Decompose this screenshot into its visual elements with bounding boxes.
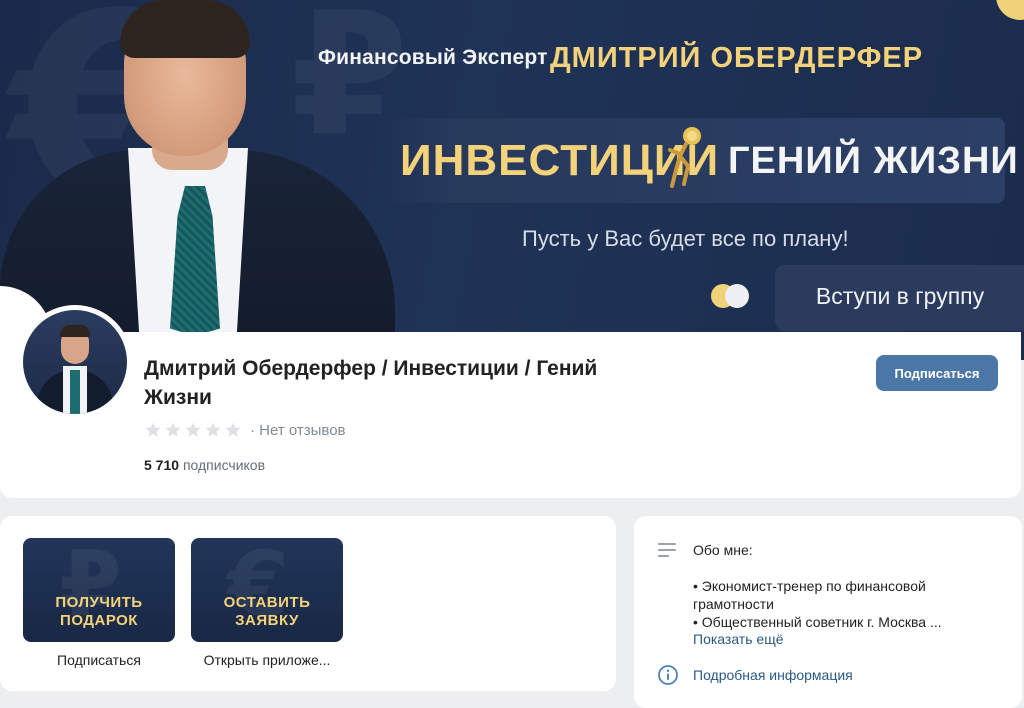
decor-circle	[996, 0, 1024, 20]
cover-name: ДМИТРИЙ ОБЕРДЕРФЕР	[550, 42, 924, 74]
app-tile-line2: ЗАЯВКУ	[235, 612, 299, 629]
app-tile-line1: ПОЛУЧИТЬ	[55, 594, 143, 611]
app-tile-text: ОСТАВИТЬ ЗАЯВКУ	[191, 594, 343, 630]
app-tile-line1: ОСТАВИТЬ	[223, 594, 311, 611]
rating-text: · Нет отзывов	[250, 421, 346, 439]
info-circle-icon	[658, 665, 678, 685]
cover-join-button: Вступи в группу	[775, 265, 1024, 331]
about-text: • Экономист-тренер по финансовой грамотн…	[693, 577, 993, 631]
app-tile-gift[interactable]: ₽ ПОЛУЧИТЬ ПОДАРОК	[23, 538, 175, 642]
subscribe-button[interactable]: Подписаться	[876, 355, 998, 391]
star-icon	[145, 422, 161, 437]
rating[interactable]: · Нет отзывов	[144, 420, 346, 440]
about-title: Обо мне:	[693, 542, 753, 558]
app-tile-line2: ПОДАРОК	[60, 612, 138, 629]
details-link[interactable]: Подробная информация	[693, 667, 853, 683]
app-label-subscribe[interactable]: Подписаться	[23, 652, 175, 668]
avatar[interactable]	[23, 310, 127, 414]
subscribers-number: 5 710	[144, 457, 180, 473]
group-title: Дмитрий Обердерфер / Инвестиции / Гений …	[144, 357, 598, 409]
star-icon	[185, 422, 201, 437]
text-lines-icon	[658, 543, 676, 557]
star-icon	[225, 422, 241, 437]
app-tile-text: ПОЛУЧИТЬ ПОДАРОК	[23, 594, 175, 630]
star-icon	[165, 422, 181, 437]
show-more-link[interactable]: Показать ещё	[693, 631, 784, 647]
golden-figure-icon	[668, 127, 701, 188]
subscribers-count[interactable]: 5 710 подписчиков	[144, 457, 265, 473]
cover-subtitle: Финансовый Эксперт	[318, 46, 548, 69]
star-icon	[205, 422, 221, 437]
dots-icon	[711, 284, 751, 308]
app-label-open[interactable]: Открыть приложе...	[191, 652, 343, 668]
subscribers-label: подписчиков	[182, 457, 266, 473]
cover-tagline: Пусть у Вас будет все по плану!	[522, 226, 849, 251]
app-tile-request[interactable]: € ОСТАВИТЬ ЗАЯВКУ	[191, 538, 343, 642]
cover-headline-right: ГЕНИЙ ЖИЗНИ	[728, 140, 1019, 182]
cover-image: € ₽ Финансовый Эксперт ДМИТРИЙ ОБЕРДЕРФЕ…	[0, 0, 1024, 360]
about-line: • Общественный советник г. Москва ...	[693, 614, 942, 630]
about-line: • Экономист-тренер по финансовой грамотн…	[693, 578, 926, 612]
